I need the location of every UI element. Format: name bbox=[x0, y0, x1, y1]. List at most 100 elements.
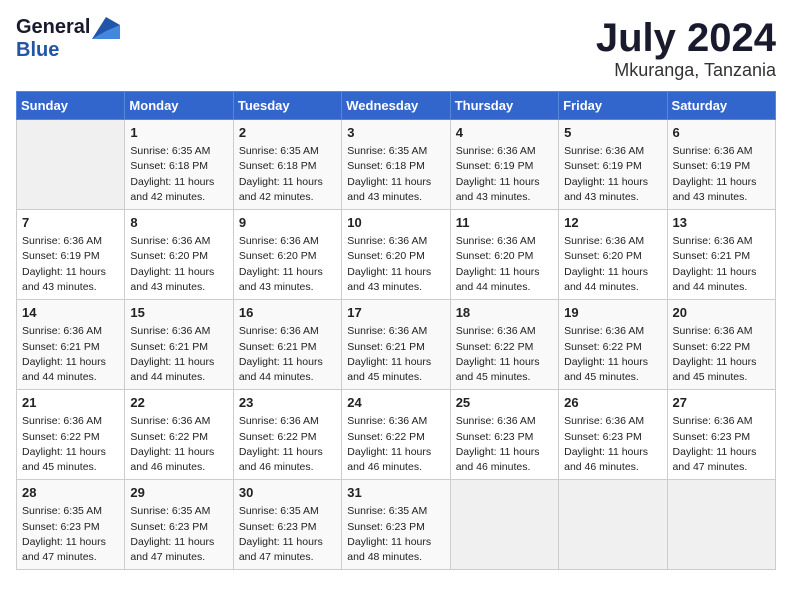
day-number: 19 bbox=[564, 304, 661, 322]
day-number: 4 bbox=[456, 124, 553, 142]
month-title: July 2024 bbox=[596, 16, 776, 60]
day-info: Sunrise: 6:36 AMSunset: 6:21 PMDaylight:… bbox=[239, 324, 336, 385]
calendar-table: SundayMondayTuesdayWednesdayThursdayFrid… bbox=[16, 91, 776, 570]
logo-icon bbox=[92, 17, 120, 39]
calendar-cell: 10 Sunrise: 6:36 AMSunset: 6:20 PMDayligh… bbox=[342, 210, 450, 300]
day-header-saturday: Saturday bbox=[667, 92, 775, 120]
day-info: Sunrise: 6:35 AMSunset: 6:18 PMDaylight:… bbox=[347, 144, 444, 205]
day-info: Sunrise: 6:36 AMSunset: 6:19 PMDaylight:… bbox=[22, 234, 119, 295]
day-number: 3 bbox=[347, 124, 444, 142]
page-header: General Blue July 2024 Mkuranga, Tanzani… bbox=[16, 16, 776, 81]
day-number: 18 bbox=[456, 304, 553, 322]
calendar-cell: 23 Sunrise: 6:36 AMSunset: 6:22 PMDayligh… bbox=[233, 390, 341, 480]
day-header-monday: Monday bbox=[125, 92, 233, 120]
day-number: 11 bbox=[456, 214, 553, 232]
calendar-cell bbox=[559, 480, 667, 570]
day-number: 23 bbox=[239, 394, 336, 412]
day-number: 31 bbox=[347, 484, 444, 502]
day-number: 29 bbox=[130, 484, 227, 502]
day-number: 24 bbox=[347, 394, 444, 412]
day-number: 26 bbox=[564, 394, 661, 412]
day-number: 14 bbox=[22, 304, 119, 322]
calendar-cell: 19 Sunrise: 6:36 AMSunset: 6:22 PMDayligh… bbox=[559, 300, 667, 390]
logo-general: General bbox=[16, 16, 90, 39]
calendar-cell: 3 Sunrise: 6:35 AMSunset: 6:18 PMDaylight… bbox=[342, 120, 450, 210]
day-number: 22 bbox=[130, 394, 227, 412]
calendar-cell: 25 Sunrise: 6:36 AMSunset: 6:23 PMDayligh… bbox=[450, 390, 558, 480]
calendar-cell: 29 Sunrise: 6:35 AMSunset: 6:23 PMDayligh… bbox=[125, 480, 233, 570]
calendar-cell: 2Sunrise: 6:35 AMSunset: 6:18 PMDaylight… bbox=[233, 120, 341, 210]
calendar-cell: 4 Sunrise: 6:36 AMSunset: 6:19 PMDaylight… bbox=[450, 120, 558, 210]
calendar-cell: 15Sunrise: 6:36 AMSunset: 6:21 PMDayligh… bbox=[125, 300, 233, 390]
day-info: Sunrise: 6:36 AMSunset: 6:19 PMDaylight:… bbox=[564, 144, 661, 205]
day-header-tuesday: Tuesday bbox=[233, 92, 341, 120]
calendar-cell: 18 Sunrise: 6:36 AMSunset: 6:22 PMDayligh… bbox=[450, 300, 558, 390]
day-info: Sunrise: 6:35 AMSunset: 6:23 PMDaylight:… bbox=[347, 504, 444, 565]
calendar-cell: 21 Sunrise: 6:36 AMSunset: 6:22 PMDayligh… bbox=[17, 390, 125, 480]
calendar-header-row: SundayMondayTuesdayWednesdayThursdayFrid… bbox=[17, 92, 776, 120]
day-info: Sunrise: 6:35 AMSunset: 6:23 PMDaylight:… bbox=[130, 504, 227, 565]
day-number: 10 bbox=[347, 214, 444, 232]
day-info: Sunrise: 6:36 AMSunset: 6:20 PMDaylight:… bbox=[239, 234, 336, 295]
calendar-cell: 9 Sunrise: 6:36 AMSunset: 6:20 PMDaylight… bbox=[233, 210, 341, 300]
calendar-cell: 17Sunrise: 6:36 AMSunset: 6:21 PMDayligh… bbox=[342, 300, 450, 390]
day-info: Sunrise: 6:36 AMSunset: 6:20 PMDaylight:… bbox=[564, 234, 661, 295]
day-info: Sunrise: 6:36 AMSunset: 6:22 PMDaylight:… bbox=[673, 324, 770, 385]
calendar-cell: 20 Sunrise: 6:36 AMSunset: 6:22 PMDayligh… bbox=[667, 300, 775, 390]
logo-blue: Blue bbox=[16, 39, 59, 61]
calendar-week-5: 28 Sunrise: 6:35 AMSunset: 6:23 PMDayligh… bbox=[17, 480, 776, 570]
day-info: Sunrise: 6:36 AMSunset: 6:22 PMDaylight:… bbox=[564, 324, 661, 385]
day-info: Sunrise: 6:36 AMSunset: 6:19 PMDaylight:… bbox=[673, 144, 770, 205]
day-number: 27 bbox=[673, 394, 770, 412]
calendar-week-3: 14 Sunrise: 6:36 AMSunset: 6:21 PMDayligh… bbox=[17, 300, 776, 390]
day-header-wednesday: Wednesday bbox=[342, 92, 450, 120]
day-info: Sunrise: 6:36 AMSunset: 6:22 PMDaylight:… bbox=[456, 324, 553, 385]
day-info: Sunrise: 6:36 AMSunset: 6:19 PMDaylight:… bbox=[456, 144, 553, 205]
day-info: Sunrise: 6:36 AMSunset: 6:23 PMDaylight:… bbox=[456, 414, 553, 475]
day-info: Sunrise: 6:36 AMSunset: 6:20 PMDaylight:… bbox=[130, 234, 227, 295]
calendar-cell: 12 Sunrise: 6:36 AMSunset: 6:20 PMDayligh… bbox=[559, 210, 667, 300]
day-info: Sunrise: 6:36 AMSunset: 6:23 PMDaylight:… bbox=[673, 414, 770, 475]
day-info: Sunrise: 6:36 AMSunset: 6:22 PMDaylight:… bbox=[130, 414, 227, 475]
day-number: 17 bbox=[347, 304, 444, 322]
calendar-cell: 13Sunrise: 6:36 AMSunset: 6:21 PMDayligh… bbox=[667, 210, 775, 300]
logo: General Blue bbox=[16, 16, 120, 62]
day-info: Sunrise: 6:35 AMSunset: 6:23 PMDaylight:… bbox=[239, 504, 336, 565]
calendar-cell bbox=[17, 120, 125, 210]
calendar-week-4: 21 Sunrise: 6:36 AMSunset: 6:22 PMDayligh… bbox=[17, 390, 776, 480]
day-number: 28 bbox=[22, 484, 119, 502]
day-number: 1 bbox=[130, 124, 227, 142]
day-number: 9 bbox=[239, 214, 336, 232]
day-number: 5 bbox=[564, 124, 661, 142]
calendar-cell: 24 Sunrise: 6:36 AMSunset: 6:22 PMDayligh… bbox=[342, 390, 450, 480]
calendar-week-1: 1 Sunrise: 6:35 AMSunset: 6:18 PMDaylight… bbox=[17, 120, 776, 210]
day-info: Sunrise: 6:36 AMSunset: 6:22 PMDaylight:… bbox=[239, 414, 336, 475]
day-info: Sunrise: 6:36 AMSunset: 6:23 PMDaylight:… bbox=[564, 414, 661, 475]
day-info: Sunrise: 6:36 AMSunset: 6:22 PMDaylight:… bbox=[347, 414, 444, 475]
day-info: Sunrise: 6:36 AMSunset: 6:20 PMDaylight:… bbox=[456, 234, 553, 295]
day-number: 7 bbox=[22, 214, 119, 232]
day-number: 12 bbox=[564, 214, 661, 232]
day-info: Sunrise: 6:36 AMSunset: 6:21 PMDaylight:… bbox=[130, 324, 227, 385]
calendar-cell: 7 Sunrise: 6:36 AMSunset: 6:19 PMDaylight… bbox=[17, 210, 125, 300]
day-number: 16 bbox=[239, 304, 336, 322]
day-number: 20 bbox=[673, 304, 770, 322]
calendar-cell bbox=[667, 480, 775, 570]
day-info: Sunrise: 6:36 AMSunset: 6:20 PMDaylight:… bbox=[347, 234, 444, 295]
day-header-friday: Friday bbox=[559, 92, 667, 120]
day-info: Sunrise: 6:35 AMSunset: 6:18 PMDaylight:… bbox=[130, 144, 227, 205]
day-info: Sunrise: 6:36 AMSunset: 6:22 PMDaylight:… bbox=[22, 414, 119, 475]
calendar-cell: 11 Sunrise: 6:36 AMSunset: 6:20 PMDayligh… bbox=[450, 210, 558, 300]
day-number: 21 bbox=[22, 394, 119, 412]
calendar-cell: 30Sunrise: 6:35 AMSunset: 6:23 PMDayligh… bbox=[233, 480, 341, 570]
day-info: Sunrise: 6:35 AMSunset: 6:23 PMDaylight:… bbox=[22, 504, 119, 565]
calendar-week-2: 7 Sunrise: 6:36 AMSunset: 6:19 PMDaylight… bbox=[17, 210, 776, 300]
calendar-cell: 5 Sunrise: 6:36 AMSunset: 6:19 PMDaylight… bbox=[559, 120, 667, 210]
day-info: Sunrise: 6:36 AMSunset: 6:21 PMDaylight:… bbox=[22, 324, 119, 385]
day-number: 25 bbox=[456, 394, 553, 412]
day-header-sunday: Sunday bbox=[17, 92, 125, 120]
day-number: 6 bbox=[673, 124, 770, 142]
calendar-cell: 1 Sunrise: 6:35 AMSunset: 6:18 PMDaylight… bbox=[125, 120, 233, 210]
calendar-cell: 8Sunrise: 6:36 AMSunset: 6:20 PMDaylight… bbox=[125, 210, 233, 300]
location-title: Mkuranga, Tanzania bbox=[596, 60, 776, 81]
